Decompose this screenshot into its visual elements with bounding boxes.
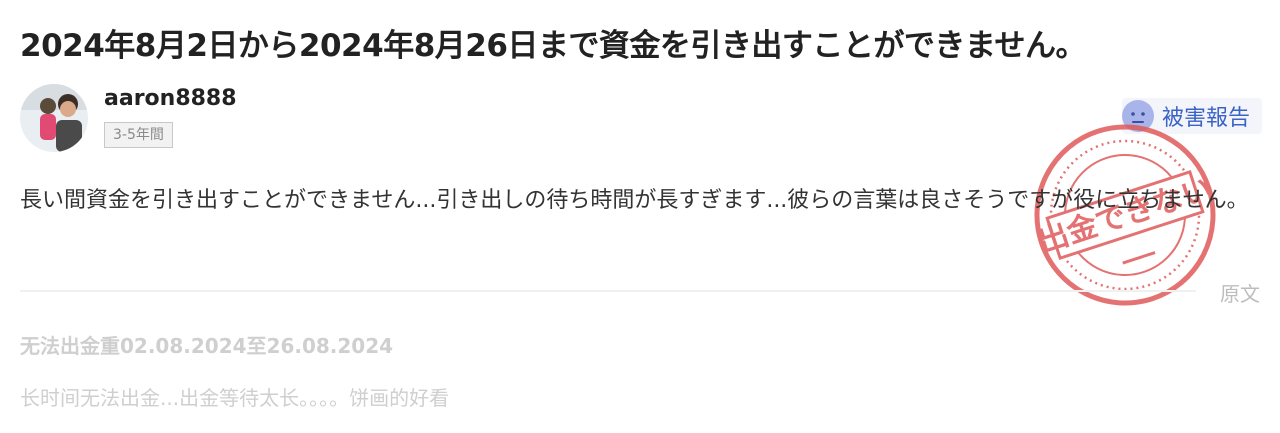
user-avatar[interactable] (20, 84, 88, 152)
review-title: 2024年8月2日から2024年8月26日まで資金を引き出すことができません。 (20, 28, 1086, 64)
original-title: 无法出金重02.08.2024至26.08.2024 (20, 334, 394, 358)
tenure-badge: 3-5年間 (104, 122, 173, 148)
avatar-photo-icon (20, 84, 88, 152)
divider (20, 290, 1196, 292)
username[interactable]: aaron8888 (104, 86, 237, 111)
original-text-link[interactable]: 原文 (1220, 278, 1260, 307)
original-body: 长时间无法出金...出金等待太长。。。。饼画的好看 (20, 386, 450, 410)
review-body: 長い間資金を引き出すことができません...引き出しの待ち時間が長すぎます...彼… (20, 188, 1249, 213)
